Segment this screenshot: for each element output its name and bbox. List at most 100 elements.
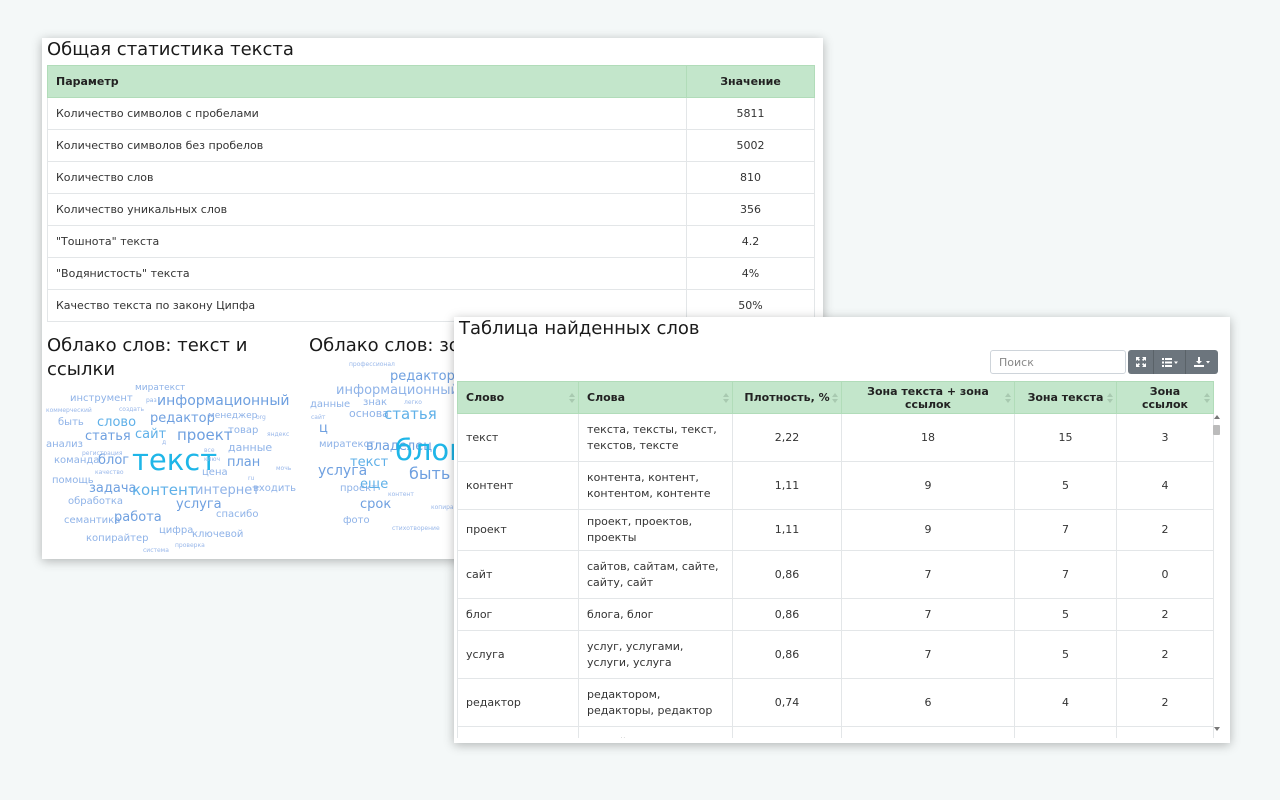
words-title: Таблица найденных слов bbox=[459, 318, 700, 339]
cell-word: статья bbox=[457, 726, 579, 738]
stats-row: Количество уникальных слов 356 bbox=[47, 193, 815, 226]
table-row[interactable]: блог блога, блог 0,86 7 5 2 bbox=[457, 598, 1214, 631]
cloud-word: основа bbox=[349, 407, 389, 420]
vertical-scrollbar[interactable] bbox=[1212, 413, 1222, 735]
scroll-down-icon[interactable] bbox=[1214, 727, 1220, 731]
table-row[interactable]: текст текста, тексты, текст, текстов, тек… bbox=[457, 413, 1214, 462]
cloud-text-links-title: Облако слов: текст и ссылки bbox=[47, 335, 248, 380]
cloud-word: услуга bbox=[176, 497, 222, 512]
col-header-both-zones[interactable]: Зона текста + зона ссылок bbox=[841, 381, 1015, 414]
stats-param: "Водянистость" текста bbox=[47, 257, 687, 290]
cell-word: сайт bbox=[457, 550, 579, 599]
word-cloud-text-zone: профессионал редактор информационный данные… bbox=[307, 358, 469, 558]
cloud-word: редактор bbox=[390, 369, 455, 384]
cloud-word: ru bbox=[248, 475, 255, 482]
table-row[interactable]: статьястатей, статьи0,74660 bbox=[457, 726, 1214, 738]
cell-text-zone: 4 bbox=[1014, 678, 1117, 727]
export-button[interactable] bbox=[1186, 350, 1218, 374]
value-header[interactable]: Значение bbox=[686, 65, 815, 98]
cloud-word: инструмент bbox=[70, 393, 133, 404]
words-header-row: Слово Слова Плотность, % Зона текста + з… bbox=[457, 381, 1214, 414]
cloud-word: статья bbox=[85, 429, 131, 444]
table-row[interactable]: проект проект, проектов, проекты 1,11 9 7 2 bbox=[457, 509, 1214, 551]
cloud-word: ключевой bbox=[192, 529, 244, 540]
stats-value: 4.2 bbox=[686, 225, 815, 258]
cloud-word: еще bbox=[360, 477, 389, 492]
cell-both-zones: 7 bbox=[841, 630, 1015, 679]
stats-param: Количество символов без пробелов bbox=[47, 129, 687, 162]
cell-word: контент bbox=[457, 461, 579, 510]
cell-both-zones: 6 bbox=[841, 726, 1015, 738]
cell-density: 0,74 bbox=[732, 726, 842, 738]
cell-both-zones: 6 bbox=[841, 678, 1015, 727]
cell-forms: текста, тексты, текст, текстов, тексте bbox=[578, 413, 733, 462]
stats-param: Количество уникальных слов bbox=[47, 193, 687, 226]
cloud-word: контент bbox=[132, 481, 197, 499]
cloud-word: спасибо bbox=[216, 509, 259, 520]
cell-links-zone: 0 bbox=[1116, 726, 1214, 738]
cell-links-zone: 2 bbox=[1116, 598, 1214, 631]
param-header[interactable]: Параметр bbox=[47, 65, 687, 98]
cloud-word: информационный bbox=[336, 383, 460, 398]
cell-both-zones: 9 bbox=[841, 509, 1015, 551]
stats-param: Количество слов bbox=[47, 161, 687, 194]
cell-text-zone: 15 bbox=[1014, 413, 1117, 462]
cloud-word: ключ bbox=[204, 456, 221, 463]
cell-links-zone: 2 bbox=[1116, 630, 1214, 679]
cloud-word: миратекст bbox=[135, 383, 186, 393]
cell-links-zone: 3 bbox=[1116, 413, 1214, 462]
cloud-word: услуга bbox=[318, 463, 368, 479]
stats-value: 5811 bbox=[686, 97, 815, 130]
cell-text-zone: 5 bbox=[1014, 630, 1117, 679]
cell-text-zone: 5 bbox=[1014, 598, 1117, 631]
stats-row: Количество символов без пробелов 5002 bbox=[47, 129, 815, 162]
word-cloud-text-links: миратекст инструмент раз информационный комм… bbox=[42, 380, 302, 559]
list-icon bbox=[1161, 357, 1178, 367]
search-input[interactable] bbox=[990, 350, 1126, 374]
table-row[interactable]: услуга услуг, услугами, услуги, услуга 0,8… bbox=[457, 630, 1214, 679]
stats-title: Общая статистика текста bbox=[47, 39, 294, 60]
cloud-word: помощь bbox=[52, 475, 94, 486]
table-row[interactable]: контент контента, контент, контентом, кон… bbox=[457, 461, 1214, 510]
col-header-links-zone[interactable]: Зона ссылок bbox=[1116, 381, 1214, 414]
cell-forms: проект, проектов, проекты bbox=[578, 509, 733, 551]
cell-density: 0,74 bbox=[732, 678, 842, 727]
cell-density: 1,11 bbox=[732, 509, 842, 551]
cloud-word: план bbox=[227, 455, 261, 470]
col-header-density[interactable]: Плотность, % bbox=[732, 381, 842, 414]
cloud-word: информационный bbox=[157, 393, 290, 409]
cloud-word: org bbox=[256, 414, 266, 421]
fullscreen-button[interactable] bbox=[1128, 350, 1154, 374]
download-icon bbox=[1194, 357, 1210, 367]
sort-icon bbox=[1107, 393, 1113, 403]
cloud-word: ц bbox=[319, 421, 328, 436]
stats-table: Параметр Значение Количество символов с … bbox=[47, 65, 815, 322]
scroll-thumb[interactable] bbox=[1213, 425, 1220, 435]
fullscreen-icon bbox=[1135, 357, 1146, 367]
col-header-word[interactable]: Слово bbox=[457, 381, 579, 414]
cell-density: 1,11 bbox=[732, 461, 842, 510]
scroll-up-icon[interactable] bbox=[1214, 415, 1220, 419]
cloud-word: проверка bbox=[175, 542, 205, 549]
sort-icon bbox=[569, 393, 575, 403]
table-row[interactable]: редактор редактором, редакторы, редактор 0… bbox=[457, 678, 1214, 727]
cloud-word: быть bbox=[58, 417, 84, 428]
cloud-word: раз bbox=[146, 397, 157, 404]
cell-word: блог bbox=[457, 598, 579, 631]
stats-row: Количество символов с пробелами 5811 bbox=[47, 97, 815, 130]
toolbar-button-group bbox=[1128, 350, 1218, 374]
stats-value: 356 bbox=[686, 193, 815, 226]
cell-links-zone: 4 bbox=[1116, 461, 1214, 510]
col-header-forms[interactable]: Слова bbox=[578, 381, 733, 414]
cell-forms: контента, контент, контентом, контенте bbox=[578, 461, 733, 510]
columns-button[interactable] bbox=[1154, 350, 1186, 374]
cell-word: редактор bbox=[457, 678, 579, 727]
cloud-word: команда bbox=[54, 455, 100, 466]
table-row[interactable]: сайт сайтов, сайтам, сайте, сайту, сайт 0,… bbox=[457, 550, 1214, 599]
cloud-word: семантика bbox=[64, 515, 121, 526]
col-header-text-zone[interactable]: Зона текста bbox=[1014, 381, 1117, 414]
stats-value: 5002 bbox=[686, 129, 815, 162]
cell-density: 0,86 bbox=[732, 550, 842, 599]
cell-word: текст bbox=[457, 413, 579, 462]
cloud-word: профессионал bbox=[349, 361, 395, 368]
